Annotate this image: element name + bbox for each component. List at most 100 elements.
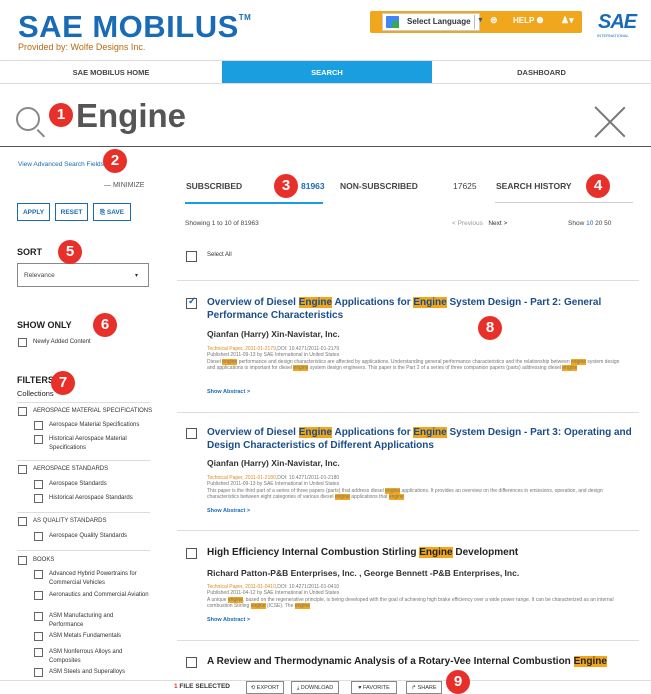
filter-group-label: BOOKS <box>33 557 55 563</box>
callout-badge: 6 <box>93 313 117 337</box>
filter-group-checkbox[interactable] <box>18 407 27 416</box>
result-title[interactable]: Overview of Diesel Engine Applications f… <box>207 297 632 322</box>
result-authors: Qianfan (Harry) Xin-Navistar, Inc. <box>207 329 340 339</box>
sidebar-divider <box>17 460 150 461</box>
reset-button[interactable]: RESET <box>55 203 88 221</box>
callout-badge: 2 <box>103 149 127 173</box>
advanced-search-link[interactable]: View Advanced Search Fields <box>18 161 104 168</box>
favorite-button[interactable]: ♥ FAVORITE <box>351 681 397 694</box>
minimize-button[interactable]: — MINIMIZE <box>104 182 144 189</box>
newly-added-label: Newly Added Content <box>33 339 91 345</box>
result-checkbox[interactable] <box>186 657 197 668</box>
chevron-down-icon: ▾ <box>134 273 138 279</box>
result-meta: Technical Paper, 2011-01-2179,DOI: 10.42… <box>207 346 620 371</box>
help-button[interactable]: HELP ❷ <box>513 16 544 25</box>
callout-badge: 5 <box>58 240 82 264</box>
result-checkbox[interactable] <box>186 428 197 439</box>
results-divider <box>177 280 639 281</box>
filter-item-label: ASM Manufacturing and Performance <box>49 613 114 628</box>
rss-icon[interactable]: ⊜ <box>490 15 498 26</box>
show-abstract-link[interactable]: Show Abstract > <box>207 617 250 623</box>
select-all-checkbox[interactable] <box>186 251 197 262</box>
select-all-label: Select All <box>207 252 232 258</box>
previous-link[interactable]: < Previous <box>452 220 483 227</box>
nav-home[interactable]: SAE MOBILUS HOME <box>0 61 222 83</box>
result-authors: Richard Patton-P&B Enterprises, Inc. , G… <box>207 568 520 578</box>
filter-item-checkbox[interactable] <box>34 532 43 541</box>
filter-item-checkbox[interactable] <box>34 632 43 641</box>
files-selected-count: 1 FILE SELECTED <box>174 683 230 690</box>
filter-item-label: Aerospace Standards <box>49 481 107 487</box>
filter-item-checkbox[interactable] <box>34 591 43 600</box>
language-select[interactable]: Select Language <box>382 13 480 31</box>
filter-item-checkbox[interactable] <box>34 648 43 657</box>
tab-subscribed[interactable]: SUBSCRIBED <box>186 181 242 191</box>
page-size-10[interactable]: 10 <box>586 220 593 227</box>
show-label: Show <box>568 220 585 227</box>
tab-non-subscribed[interactable]: NON-SUBSCRIBED <box>340 181 418 191</box>
filter-item-label: Aerospace Material Specifications <box>49 422 140 428</box>
language-caret-icon[interactable]: ▼ <box>477 17 484 24</box>
result-title[interactable]: A Review and Thermodynamic Analysis of a… <box>207 656 632 669</box>
result-checkbox[interactable] <box>186 548 197 559</box>
nav-search[interactable]: SEARCH <box>222 61 432 83</box>
result-type-link[interactable]: Technical Paper, 2011-01-0410 <box>207 584 276 590</box>
page-size-20[interactable]: 20 <box>595 220 602 227</box>
pagination: < Previous Next > <box>452 220 507 227</box>
callout-badge: 1 <box>49 103 73 127</box>
results-divider <box>177 530 639 531</box>
show-abstract-link[interactable]: Show Abstract > <box>207 389 250 395</box>
result-authors: Qianfan (Harry) Xin-Navistar, Inc. <box>207 458 340 468</box>
filter-item-label: Historical Aerospace Standards <box>49 495 133 501</box>
newly-added-checkbox[interactable] <box>18 338 27 347</box>
header: SAE MOBILUSTM Provided by: Wolfe Designs… <box>0 0 651 58</box>
save-button[interactable]: ⎘ SAVE <box>93 203 131 221</box>
show-abstract-link[interactable]: Show Abstract > <box>207 508 250 514</box>
close-icon[interactable] <box>594 105 626 137</box>
filter-item-checkbox[interactable] <box>34 480 43 489</box>
language-separator <box>474 15 475 29</box>
share-button[interactable]: ↱ SHARE <box>406 681 442 694</box>
tab-non-subscribed-count: 17625 <box>453 181 477 191</box>
search-input[interactable]: Engine <box>76 97 186 135</box>
active-tab-indicator <box>185 202 323 204</box>
filter-item-checkbox[interactable] <box>34 612 43 621</box>
sort-value: Relevance <box>24 272 55 279</box>
result-type-link[interactable]: Technical Paper, 2011-01-2180 <box>207 475 276 481</box>
callout-badge: 8 <box>478 316 502 340</box>
result-checkbox[interactable] <box>186 296 197 309</box>
search-icon[interactable] <box>16 107 40 131</box>
filter-group-checkbox[interactable] <box>18 556 27 565</box>
download-button[interactable]: ⤓ DOWNLOAD <box>291 681 339 694</box>
sidebar-divider <box>17 550 150 551</box>
result-type-link[interactable]: Technical Paper, 2011-01-2179 <box>207 346 276 352</box>
tab-subscribed-count: 81963 <box>301 181 325 191</box>
main-nav: SAE MOBILUS HOME SEARCH DASHBOARD <box>0 60 651 84</box>
filter-group-checkbox[interactable] <box>18 465 27 474</box>
results-divider <box>177 640 639 641</box>
user-menu-icon[interactable]: ♟▾ <box>561 15 574 26</box>
callout-badge: 4 <box>586 174 610 198</box>
sae-mobilus-logo[interactable]: SAE MOBILUSTM <box>18 9 251 45</box>
filter-group-checkbox[interactable] <box>18 517 27 526</box>
filter-item-label: ASM Nonferrous Alloys and Composites <box>49 649 123 664</box>
sort-select[interactable]: Relevance ▾ <box>17 263 149 287</box>
export-button[interactable]: ⟲ EXPORT <box>246 681 284 694</box>
filter-item-checkbox[interactable] <box>34 570 43 579</box>
results-divider <box>177 412 639 413</box>
apply-button[interactable]: APPLY <box>17 203 50 221</box>
filter-item-checkbox[interactable] <box>34 668 43 677</box>
next-link[interactable]: Next > <box>488 220 507 227</box>
filter-item-label: Aeronautics and Commercial Aviation <box>49 592 149 598</box>
result-title[interactable]: Overview of Diesel Engine Applications f… <box>207 427 632 452</box>
tab-search-history[interactable]: SEARCH HISTORY <box>496 181 572 191</box>
filter-item-checkbox[interactable] <box>34 494 43 503</box>
page-size-50[interactable]: 50 <box>604 220 611 227</box>
filter-item-label: Historical Aerospace Material Specificat… <box>49 436 127 451</box>
filter-item-checkbox[interactable] <box>34 435 43 444</box>
sae-international-logo[interactable]: SAE <box>598 11 637 34</box>
sidebar-divider <box>17 402 150 403</box>
filter-item-checkbox[interactable] <box>34 421 43 430</box>
nav-dashboard[interactable]: DASHBOARD <box>432 61 651 83</box>
result-title[interactable]: High Efficiency Internal Combustion Stir… <box>207 547 632 560</box>
